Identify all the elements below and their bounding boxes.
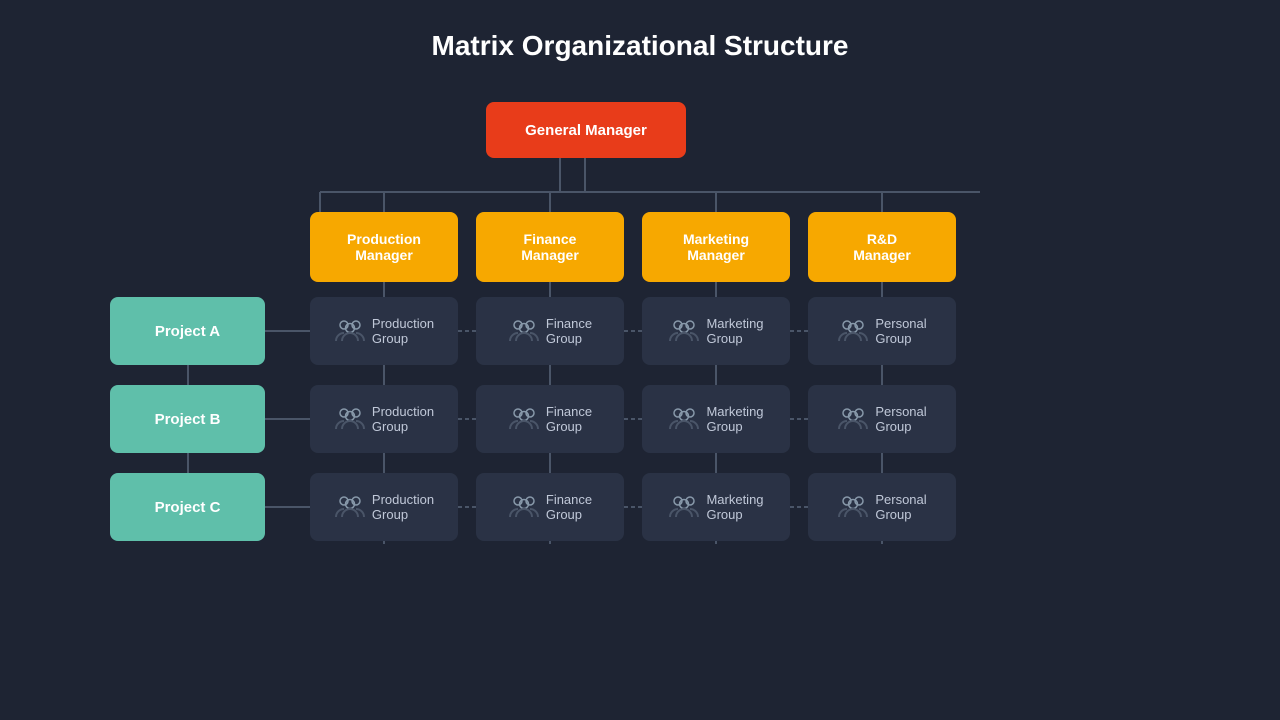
group-c-personal: Personal Group xyxy=(808,473,956,541)
page-title: Matrix Organizational Structure xyxy=(432,30,849,62)
group-b-production: Production Group xyxy=(310,385,458,453)
group-b-marketing: Marketing Group xyxy=(642,385,790,453)
group-icon xyxy=(508,404,540,435)
group-icon xyxy=(837,316,869,347)
group-a-marketing: Marketing Group xyxy=(642,297,790,365)
group-icon xyxy=(508,316,540,347)
project-b: Project B xyxy=(110,385,265,453)
project-c: Project C xyxy=(110,473,265,541)
page: Matrix Organizational Structure xyxy=(0,0,1280,720)
group-icon xyxy=(508,492,540,523)
group-a-finance: Finance Group xyxy=(476,297,624,365)
group-icon xyxy=(668,492,700,523)
connector-lines xyxy=(110,102,1170,612)
group-a-production: Production Group xyxy=(310,297,458,365)
group-icon xyxy=(668,316,700,347)
group-c-finance: Finance Group xyxy=(476,473,624,541)
manager-marketing: Marketing Manager xyxy=(642,212,790,282)
group-a-personal: Personal Group xyxy=(808,297,956,365)
group-icon xyxy=(334,404,366,435)
group-c-marketing: Marketing Group xyxy=(642,473,790,541)
group-icon xyxy=(668,404,700,435)
group-icon xyxy=(334,492,366,523)
group-icon xyxy=(334,316,366,347)
manager-finance: Finance Manager xyxy=(476,212,624,282)
gm-box: General Manager xyxy=(486,102,686,158)
group-b-personal: Personal Group xyxy=(808,385,956,453)
project-a: Project A xyxy=(110,297,265,365)
group-icon xyxy=(837,404,869,435)
group-b-finance: Finance Group xyxy=(476,385,624,453)
manager-rd: R&D Manager xyxy=(808,212,956,282)
group-c-production: Production Group xyxy=(310,473,458,541)
group-icon xyxy=(837,492,869,523)
manager-production: Production Manager xyxy=(310,212,458,282)
